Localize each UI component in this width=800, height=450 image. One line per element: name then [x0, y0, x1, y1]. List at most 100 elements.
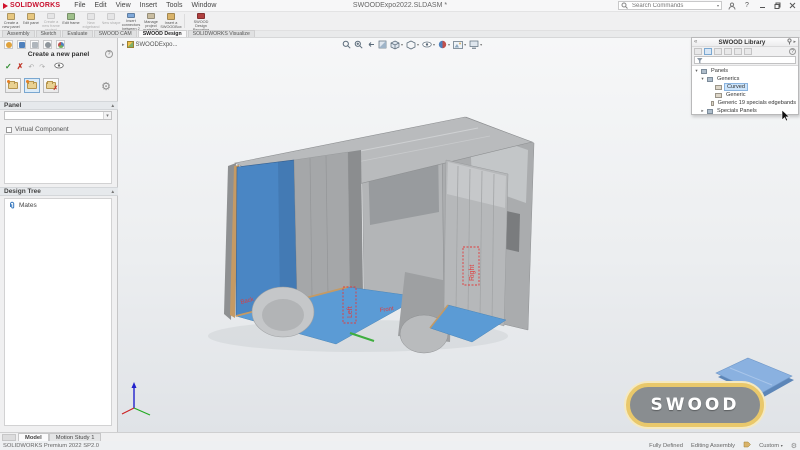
- search-input[interactable]: [630, 2, 715, 10]
- options-gear-icon[interactable]: ⚙: [791, 442, 797, 450]
- previous-view-icon[interactable]: [366, 40, 375, 49]
- hide-show-items-icon[interactable]: ▾: [422, 41, 435, 48]
- units-selector[interactable]: Custom ▾: [759, 443, 783, 449]
- tab-swood-design[interactable]: SWOOD Design: [138, 30, 187, 37]
- flyout-feature-tree[interactable]: ▸ SWOODExpo...: [122, 41, 178, 48]
- library-view-large-icon[interactable]: [694, 48, 702, 55]
- ribbon-button-insert-swoodbox[interactable]: Insert a SWOODBox: [161, 12, 181, 30]
- display-style-icon[interactable]: ▾: [406, 40, 419, 50]
- user-account-icon[interactable]: [727, 1, 737, 11]
- library-item-generic[interactable]: Generic: [692, 91, 798, 99]
- flyout-expand-icon[interactable]: ▸: [122, 42, 125, 48]
- view-orientation-icon[interactable]: ▾: [390, 40, 403, 50]
- design-tree-list[interactable]: Mates: [4, 198, 112, 426]
- library-config-icon[interactable]: [744, 48, 752, 55]
- keep-visible-icon[interactable]: [54, 62, 64, 71]
- mouse-cursor: [781, 109, 791, 122]
- reporting-icon: [197, 13, 205, 19]
- virtual-component-row[interactable]: Virtual Component: [6, 126, 69, 133]
- property-manager-tabs: [4, 40, 65, 49]
- tab-motion-study[interactable]: Motion Study 1: [49, 433, 102, 441]
- pm-tab-features[interactable]: [4, 40, 13, 49]
- pm-tab-display[interactable]: [56, 40, 65, 49]
- panel-board-icon: [715, 93, 722, 98]
- library-help-icon[interactable]: ?: [789, 48, 796, 55]
- ribbon-button-create-panel[interactable]: Create a new panel: [1, 12, 21, 30]
- library-view-list-icon[interactable]: [704, 48, 712, 55]
- view-settings-icon[interactable]: ▾: [469, 40, 482, 49]
- collapse-icon[interactable]: ▴: [111, 103, 114, 109]
- library-item-panels[interactable]: ▾Panels: [692, 67, 798, 75]
- swood-watermark-logo: SWOOD: [626, 383, 764, 427]
- ok-button[interactable]: ✓: [5, 62, 12, 71]
- library-refresh-icon[interactable]: [734, 48, 742, 55]
- ribbon-button-insert-connectors[interactable]: Insert connectors between 2 components: [121, 12, 141, 30]
- menu-insert[interactable]: Insert: [140, 2, 158, 9]
- library-item-curved[interactable]: Curved: [692, 83, 798, 91]
- expand-panel-icon[interactable]: ▸: [793, 39, 796, 45]
- design-tree-section-header[interactable]: Design Tree ▴: [0, 187, 118, 196]
- search-scope-caret-icon[interactable]: ▾: [717, 3, 719, 8]
- design-tree-item-mates[interactable]: Mates: [5, 199, 111, 211]
- cancel-button[interactable]: ✗: [17, 62, 24, 71]
- van-b-pillar[interactable]: [348, 150, 363, 296]
- menu-edit[interactable]: Edit: [95, 2, 107, 9]
- section-view-icon[interactable]: [378, 40, 387, 49]
- tab-assembly[interactable]: Assembly: [2, 30, 35, 37]
- back-panel-shading: [278, 160, 297, 302]
- library-filter-input[interactable]: [704, 56, 794, 64]
- ribbon-button-swood-reporting[interactable]: SWOOD Design Reporting: [188, 12, 214, 30]
- label-right: Right: [469, 265, 476, 281]
- label-left: Left: [347, 306, 354, 318]
- tab-swood-cam[interactable]: SWOOD CAM: [94, 30, 137, 37]
- library-item-generics[interactable]: ▾Generics: [692, 75, 798, 83]
- restore-button[interactable]: [772, 1, 782, 11]
- delete-panel-button[interactable]: ✗: [43, 78, 59, 93]
- library-add-icon[interactable]: [724, 48, 732, 55]
- menu-window[interactable]: Window: [191, 2, 216, 9]
- undo-button[interactable]: ↶: [28, 63, 34, 71]
- ribbon-button-manage-materials[interactable]: Manage project materials: [141, 12, 161, 30]
- menu-tools[interactable]: Tools: [166, 2, 182, 9]
- edit-appearance-icon[interactable]: ▾: [438, 40, 450, 49]
- close-button[interactable]: [787, 1, 797, 11]
- tab-evaluate[interactable]: Evaluate: [62, 30, 92, 37]
- new-panel-button[interactable]: [5, 78, 21, 93]
- panel-section-header[interactable]: Panel ▴: [0, 101, 118, 110]
- library-filter-box[interactable]: [694, 56, 796, 64]
- zoom-area-icon[interactable]: [354, 40, 363, 49]
- pm-tab-dimxpert[interactable]: [43, 40, 52, 49]
- visual-component-list[interactable]: [4, 134, 112, 184]
- ribbon-button-edit-frame[interactable]: Edit frame: [61, 12, 81, 30]
- origin-triad: [122, 382, 150, 415]
- search-commands-box[interactable]: ▾: [618, 1, 722, 10]
- pin-icon[interactable]: [786, 38, 793, 47]
- tab-scroll-handle[interactable]: [2, 434, 16, 441]
- flyout-assembly-label[interactable]: SWOODExpo...: [136, 42, 178, 48]
- model-tabs-bar: Model Motion Study 1: [0, 432, 800, 441]
- tab-model[interactable]: Model: [18, 433, 49, 441]
- collapse-icon[interactable]: ▴: [111, 189, 114, 195]
- library-view-detail-icon[interactable]: [714, 48, 722, 55]
- zoom-fit-icon[interactable]: [342, 40, 351, 49]
- van-side-wall[interactable]: [294, 152, 350, 297]
- tab-sketch[interactable]: Sketch: [36, 30, 62, 37]
- panel-settings-gear-icon[interactable]: ⚙: [101, 80, 111, 93]
- virtual-component-checkbox[interactable]: [6, 127, 12, 133]
- help-icon[interactable]: ?: [742, 1, 752, 11]
- minimize-button[interactable]: [757, 1, 767, 11]
- new-panel-options-button[interactable]: [24, 78, 40, 93]
- tag-icon[interactable]: [743, 441, 751, 450]
- pm-tab-configurations[interactable]: [30, 40, 39, 49]
- library-item-generic19[interactable]: Generic 19 specials edgebands: [692, 99, 798, 107]
- panel-type-dropdown[interactable]: ▾: [4, 111, 112, 120]
- tab-solidworks-visualize[interactable]: SOLIDWORKS Visualize: [188, 30, 255, 37]
- document-title: SWOODExpo2022.SLDASM *: [353, 2, 447, 9]
- pm-tab-properties[interactable]: [17, 40, 26, 49]
- menu-file[interactable]: File: [74, 2, 85, 9]
- apply-scene-icon[interactable]: ▾: [453, 41, 466, 49]
- dropdown-caret-icon[interactable]: ▾: [103, 112, 111, 119]
- pm-help-icon[interactable]: ?: [105, 50, 113, 58]
- ribbon-button-edit-panel[interactable]: Edit panel: [21, 12, 41, 30]
- menu-view[interactable]: View: [116, 2, 131, 9]
